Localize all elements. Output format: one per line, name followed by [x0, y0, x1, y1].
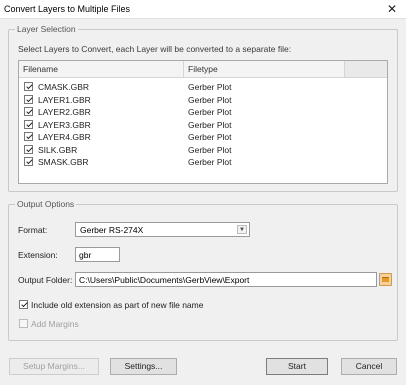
include-extension-label: Include old extension as part of new fil… [31, 300, 204, 310]
layer-selection-legend: Layer Selection [15, 24, 78, 34]
layer-checkbox[interactable] [24, 144, 33, 154]
extension-label: Extension: [18, 250, 58, 260]
extension-value: gbr [79, 250, 92, 260]
window-title: Convert Layers to Multiple Files [4, 4, 131, 14]
layer-filename: SMASK.GBR [38, 157, 89, 167]
table-row[interactable]: CMASK.GBR Gerber Plot [19, 81, 387, 94]
table-row[interactable]: LAYER2.GBR Gerber Plot [19, 106, 387, 119]
add-margins-label: Add Margins [31, 319, 79, 329]
layer-filename: LAYER4.GBR [38, 132, 91, 142]
layer-list[interactable]: Filename Filetype CMASK.GBR Gerber Plot LA… [18, 60, 388, 184]
folder-icon [382, 277, 389, 282]
output-folder-input[interactable]: C:\Users\Public\Documents\GerbView\Expor… [75, 272, 377, 287]
column-header-filetype[interactable]: Filetype [184, 61, 345, 77]
cancel-button[interactable]: Cancel [341, 358, 397, 375]
format-select[interactable]: Gerber RS-274X ▼ [75, 222, 250, 237]
layer-checkbox[interactable] [24, 157, 33, 166]
setup-margins-button[interactable]: Setup Margins... [9, 358, 99, 375]
layer-filename: LAYER2.GBR [38, 107, 91, 117]
settings-button[interactable]: Settings... [110, 358, 177, 375]
table-row[interactable]: SILK.GBR Gerber Plot [19, 144, 387, 157]
table-row[interactable]: LAYER3.GBR Gerber Plot [19, 119, 387, 132]
layer-selection-instruction: Select Layers to Convert, each Layer wil… [18, 44, 292, 54]
format-value: Gerber RS-274X [80, 225, 144, 235]
layer-filename: SILK.GBR [38, 144, 78, 155]
layer-filename: LAYER1.GBR [38, 94, 91, 105]
browse-folder-button[interactable] [379, 273, 392, 286]
layer-filename: LAYER3.GBR [38, 119, 91, 130]
layer-filetype: Gerber Plot [188, 107, 232, 117]
chevron-down-icon[interactable]: ▼ [237, 225, 247, 234]
output-folder-value: C:\Users\Public\Documents\GerbView\Expor… [79, 275, 250, 285]
layer-filename: CMASK.GBR [38, 82, 90, 92]
table-row[interactable]: SMASK.GBR Gerber Plot [19, 156, 387, 169]
layer-filetype: Gerber Plot [188, 157, 232, 167]
layer-checkbox[interactable] [24, 82, 33, 91]
layer-checkbox[interactable] [24, 107, 33, 116]
extension-input[interactable]: gbr [75, 247, 120, 262]
column-header-empty [345, 61, 387, 77]
format-label: Format: [18, 225, 48, 235]
layer-filetype: Gerber Plot [188, 94, 232, 105]
include-extension-checkbox[interactable] [19, 300, 28, 309]
table-row[interactable]: LAYER1.GBR Gerber Plot [19, 94, 387, 107]
layer-list-header: Filename Filetype [19, 61, 387, 78]
start-button[interactable]: Start [266, 358, 328, 375]
layer-filetype: Gerber Plot [188, 144, 232, 155]
layer-filetype: Gerber Plot [188, 119, 232, 130]
layer-filetype: Gerber Plot [188, 82, 232, 92]
column-header-filename[interactable]: Filename [19, 61, 184, 77]
output-options-legend: Output Options [15, 199, 77, 209]
add-margins-checkbox[interactable] [19, 319, 28, 328]
output-folder-label: Output Folder: [18, 275, 73, 285]
title-bar: Convert Layers to Multiple Files ✕ [0, 0, 406, 19]
layer-checkbox[interactable] [24, 119, 33, 129]
table-row[interactable]: LAYER4.GBR Gerber Plot [19, 131, 387, 144]
layer-checkbox[interactable] [24, 94, 33, 104]
layer-checkbox[interactable] [24, 132, 33, 141]
close-icon[interactable]: ✕ [378, 0, 406, 19]
layer-filetype: Gerber Plot [188, 132, 232, 142]
